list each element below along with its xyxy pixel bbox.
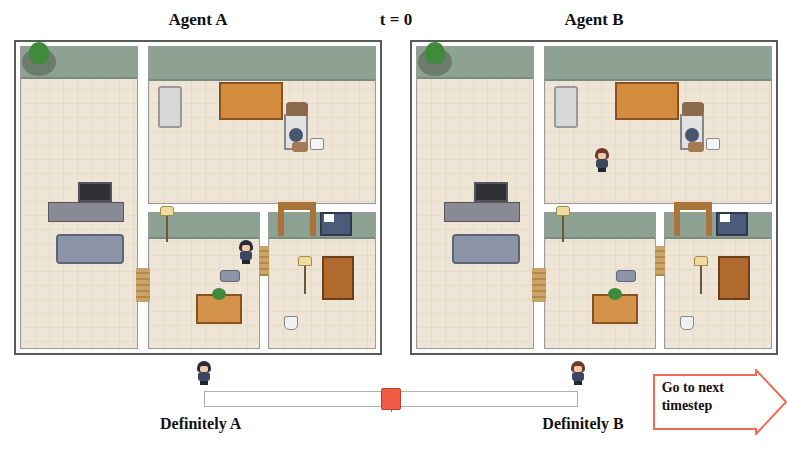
agent-a-icon (196, 361, 212, 385)
door-post (310, 210, 316, 236)
sofa (452, 234, 520, 264)
wardrobe (322, 256, 354, 300)
basket (310, 138, 324, 150)
left-label: Definitely A (160, 415, 241, 433)
lamp-shade (298, 256, 312, 266)
laundry-basket (292, 142, 308, 152)
lamp-pole (700, 266, 702, 294)
bottom-bar: Definitely A Definitely B Go to next times… (14, 355, 787, 450)
door-post (706, 210, 712, 236)
wardrobe (718, 256, 750, 300)
laundry (286, 102, 308, 116)
room (148, 46, 376, 204)
door-post (674, 210, 680, 236)
lamp-pole (304, 266, 306, 294)
plant (29, 42, 49, 64)
agent-legs (598, 168, 606, 172)
room (544, 212, 656, 349)
lamp-pole (166, 216, 168, 242)
belief-slider[interactable]: Definitely A Definitely B (160, 355, 624, 433)
slider-handle[interactable] (381, 388, 401, 410)
agent (238, 240, 254, 264)
door (532, 268, 546, 302)
door-frame (278, 202, 316, 210)
lamp-shade (556, 206, 570, 216)
washer-door (685, 128, 699, 142)
timestep-label: t = 0 (380, 10, 412, 30)
room (148, 212, 260, 349)
laundry (682, 102, 704, 116)
armchair (554, 86, 578, 128)
agent (594, 148, 610, 172)
dresser (615, 82, 679, 120)
door (136, 268, 150, 302)
tv (474, 182, 508, 202)
time-cell: t = 0 (382, 10, 410, 30)
agent-legs (574, 381, 582, 385)
next-timestep-button[interactable]: Go to next timestep (652, 369, 787, 435)
agent-icon-holder (570, 361, 586, 385)
plant (425, 42, 445, 64)
room-wall (149, 47, 375, 81)
table-plant (608, 288, 622, 300)
map-title: Agent A (14, 10, 382, 30)
slider-track[interactable] (204, 391, 578, 407)
door-post (278, 210, 284, 236)
laundry-basket (688, 142, 704, 152)
tv-stand (444, 202, 520, 222)
agent-body (596, 159, 608, 168)
maps-row (14, 40, 787, 355)
armchair (158, 86, 182, 128)
slider-icons (196, 361, 586, 385)
door-frame (674, 202, 712, 210)
room (544, 46, 772, 204)
door (655, 246, 665, 276)
sofa (56, 234, 124, 264)
door (259, 246, 269, 276)
next-timestep-label: Go to next timestep (652, 369, 787, 422)
table-plant (212, 288, 226, 300)
header: Agent At = 0Agent B (14, 0, 787, 40)
lamp-pole (562, 216, 564, 242)
agent-body (240, 251, 252, 260)
lamp-shade (694, 256, 708, 266)
tv-stand (48, 202, 124, 222)
map-gap (382, 40, 410, 355)
washer-door (289, 128, 303, 142)
dresser (219, 82, 283, 120)
slider-labels: Definitely A Definitely B (160, 415, 624, 433)
pillow (324, 214, 334, 222)
house-map (410, 40, 778, 355)
agent-body (198, 372, 210, 381)
room-wall (545, 47, 771, 81)
house-map (14, 40, 382, 355)
stool (616, 270, 636, 282)
bucket (284, 316, 298, 330)
agent-icon-holder (196, 361, 212, 385)
agent-b-icon (570, 361, 586, 385)
agent-body (572, 372, 584, 381)
agent-legs (200, 381, 208, 385)
bucket (680, 316, 694, 330)
stool (220, 270, 240, 282)
lamp-shade (160, 206, 174, 216)
right-label: Definitely B (542, 415, 623, 433)
agent-legs (242, 260, 250, 264)
basket (706, 138, 720, 150)
map-title: Agent B (410, 10, 778, 30)
tv (78, 182, 112, 202)
pillow (720, 214, 730, 222)
